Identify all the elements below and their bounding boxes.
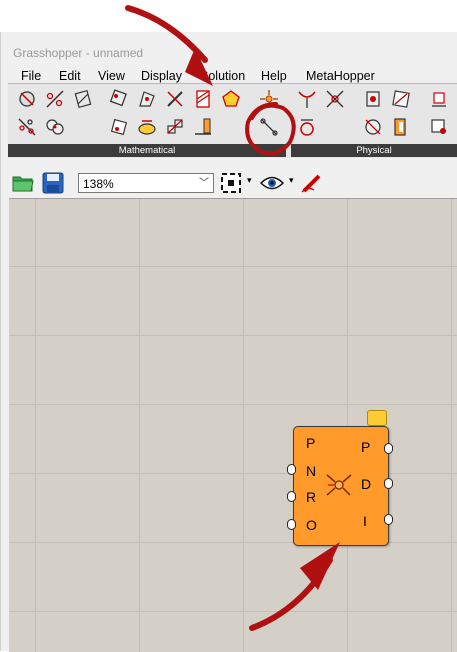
goal-icon-2[interactable] [44,88,66,110]
goal-icon-10[interactable] [44,116,66,138]
goal-icon-9[interactable] [16,116,38,138]
goal-icon-1[interactable] [16,88,38,110]
input-label-r: R [306,489,317,505]
window-title: Grasshopper - unnamed [13,46,144,60]
preview-menu-arrow-icon[interactable]: ▾ [289,175,294,186]
goal-icon-angle[interactable] [258,88,280,110]
menu-view[interactable]: View [98,69,125,83]
menu-metahopper[interactable]: MetaHopper [306,69,375,83]
menu-solution[interactable]: Solution [200,69,245,83]
menu-help[interactable]: Help [261,69,287,83]
input-label-n: N [306,463,317,479]
physical-icon-9[interactable] [428,116,450,138]
canvas-toolbar: 138% ﹀ ▾ ▾ [8,167,457,199]
grasshopper-canvas[interactable] [9,198,457,652]
output-label-d: D [361,476,372,492]
goal-icon-7[interactable] [192,88,214,110]
physical-icon-6[interactable] [428,88,450,110]
input-port-r[interactable] [287,491,296,502]
angle-goal-icon [326,474,352,496]
input-label-p: P [306,435,316,451]
output-label-p: P [361,439,371,455]
goal-icon-8[interactable] [220,88,242,110]
input-label-o: O [306,517,317,533]
message-balloon-icon[interactable] [367,410,387,426]
preview-eye-icon[interactable] [260,174,284,192]
menu-display[interactable]: Display [141,69,182,83]
goal-icon-11[interactable] [108,116,130,138]
goal-icon-14[interactable] [192,116,214,138]
input-port-n[interactable] [287,464,296,475]
goal-icon-6[interactable] [164,88,186,110]
panel-label-physical: Physical [291,144,457,157]
window-chrome-top [0,0,457,32]
zoom-dropdown[interactable]: 138% ﹀ [78,173,214,193]
output-label-i: I [363,513,367,529]
goal-icon-12[interactable] [136,116,158,138]
output-port-i[interactable] [384,514,393,525]
panel-label-mathematical: Mathematical [8,144,286,157]
menu-edit[interactable]: Edit [59,69,81,83]
physical-icon-3[interactable] [296,116,318,138]
angle-goal-component[interactable]: P N R O P D I [293,426,389,546]
output-port-p[interactable] [384,443,393,454]
zoom-value: 138% [83,177,114,191]
menu-file[interactable]: File [21,69,41,83]
chevron-down-icon: ﹀ [199,178,209,189]
open-file-icon[interactable] [12,173,34,193]
physical-icon-7[interactable] [362,116,384,138]
physical-icon-2[interactable] [324,88,346,110]
physical-icon-1[interactable] [296,88,318,110]
physical-icon-5[interactable] [390,88,412,110]
component-ribbon: Mathematical Physical [8,83,457,158]
save-file-icon[interactable] [42,172,64,194]
zoom-menu-arrow-icon[interactable]: ▾ [247,175,252,186]
goal-icon-5[interactable] [136,88,158,110]
zoom-extents-icon[interactable] [220,172,242,194]
physical-icon-8[interactable] [390,116,412,138]
goal-icon-4[interactable] [108,88,130,110]
output-port-d[interactable] [384,478,393,489]
goal-icon-15[interactable] [258,116,280,138]
sketch-pen-icon[interactable] [300,172,324,194]
physical-icon-4[interactable] [362,88,384,110]
goal-icon-3[interactable] [72,88,94,110]
input-port-o[interactable] [287,519,296,530]
goal-icon-13[interactable] [164,116,186,138]
